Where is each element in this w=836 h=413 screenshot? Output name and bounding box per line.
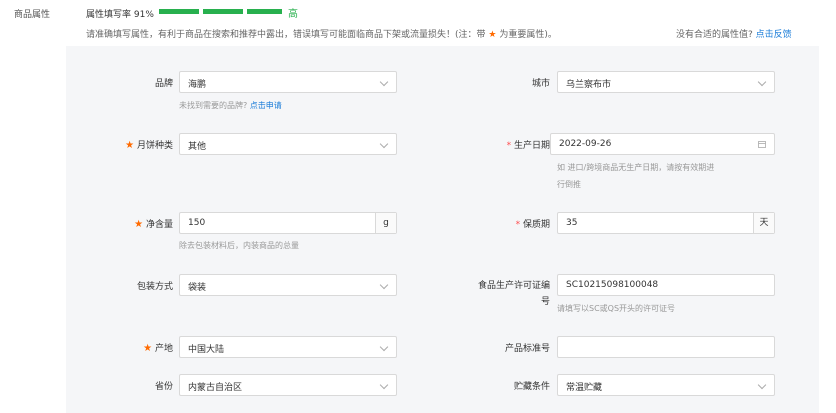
license-input[interactable]: SC10215098100048 [557, 274, 775, 296]
license-hint: 请填写以SC或QS开头的许可证号 [557, 304, 676, 313]
shelf-life-label: * 保质期 [515, 220, 550, 230]
calendar-icon [758, 141, 766, 148]
mooncake-type-select[interactable]: 其他 [179, 133, 397, 155]
chevron-down-icon [379, 280, 389, 290]
chevron-down-icon [757, 380, 767, 390]
shelf-life-input[interactable]: 35 天 [557, 212, 775, 234]
standard-input[interactable] [557, 336, 775, 358]
fill-rate-label: 属性填写率 91% [86, 10, 154, 20]
origin-label: ★ 产地 [143, 343, 173, 354]
prod-date-label: * 生产日期 [506, 141, 550, 151]
fill-rate-level: 高 [288, 9, 298, 20]
mooncake-type-label: ★ 月饼种类 [125, 140, 173, 151]
brand-label: 品牌 [154, 79, 173, 89]
brand-hint: 未找到需要的品牌? 点击申请 [179, 101, 282, 110]
weight-unit: g [375, 213, 396, 233]
fill-rate-segment [159, 9, 199, 14]
standard-label: 产品标准号 [504, 344, 550, 354]
storage-select[interactable]: 常温贮藏 [557, 374, 775, 396]
storage-label: 贮藏条件 [513, 382, 550, 392]
net-weight-hint: 除去包装材料后，内装商品的总量 [179, 241, 299, 250]
attribute-panel: 品牌 海鹏 未找到需要的品牌? 点击申请 城市 乌兰察布市 ★ 月饼种类 其他 … [66, 46, 819, 413]
required-mark: * [515, 220, 521, 230]
fill-rate-segment [203, 9, 243, 14]
feedback-link[interactable]: 点击反馈 [756, 30, 792, 40]
net-weight-label: ★ 净含量 [134, 219, 173, 230]
star-icon: ★ [134, 219, 144, 230]
chevron-down-icon [379, 77, 389, 87]
packaging-select[interactable]: 袋装 [179, 274, 397, 296]
origin-select[interactable]: 中国大陆 [179, 336, 397, 358]
net-weight-input[interactable]: 150 g [179, 212, 397, 234]
apply-brand-link[interactable]: 点击申请 [250, 101, 282, 110]
notice-text: 请准确填写属性，有利于商品在搜索和推荐中露出，错误填写可能面临商品下架或流量损失… [86, 30, 557, 40]
prod-date-hint-1: 如 进口/跨境商品无生产日期，请按有效期进 [557, 163, 715, 172]
chevron-down-icon [757, 77, 767, 87]
city-select[interactable]: 乌兰察布市 [557, 71, 775, 93]
province-select[interactable]: 内蒙古自治区 [179, 374, 397, 396]
packaging-label: 包装方式 [136, 282, 173, 292]
shelf-life-unit: 天 [753, 213, 774, 233]
star-icon: ★ [143, 343, 153, 354]
required-mark: * [506, 141, 512, 151]
star-icon: ★ [488, 30, 497, 40]
license-label: 食品生产许可证编 [477, 281, 550, 291]
chevron-down-icon [379, 380, 389, 390]
chevron-down-icon [379, 139, 389, 149]
prod-date-hint-2: 行倒推 [557, 180, 581, 189]
no-attr-feedback: 没有合适的属性值? 点击反馈 [676, 30, 792, 40]
star-icon: ★ [125, 140, 135, 151]
chevron-down-icon [379, 342, 389, 352]
city-label: 城市 [531, 79, 550, 89]
section-label: 商品属性 [14, 10, 51, 20]
province-label: 省份 [154, 382, 173, 392]
fill-rate-segment [247, 9, 282, 14]
brand-select[interactable]: 海鹏 [179, 71, 397, 93]
prod-date-picker[interactable]: 2022-09-26 [550, 133, 775, 155]
license-label-2: 号 [540, 297, 550, 307]
